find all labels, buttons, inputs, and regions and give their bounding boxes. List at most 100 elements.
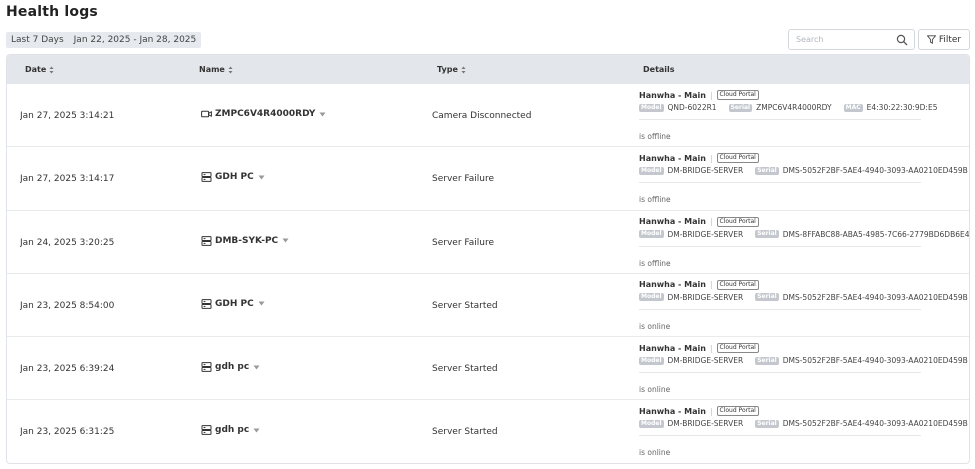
column-header-date-label: Date <box>25 65 47 74</box>
search-box[interactable] <box>788 29 915 50</box>
device-name-cell[interactable]: ZMPC6V4R4000RDY <box>201 109 326 119</box>
server-icon <box>201 298 212 309</box>
serial-tag: Serial <box>755 230 779 239</box>
table-row[interactable]: Jan 23, 2025 6:31:25 PM gdh pc Server St… <box>7 400 969 463</box>
caret-down-icon[interactable] <box>319 112 326 117</box>
device-name[interactable]: GDH PC <box>215 172 254 182</box>
caret-down-icon[interactable] <box>258 175 265 180</box>
serial-value: DMS-5052F2BF-5AE4-4940-3093-AA0210ED459B <box>782 356 968 366</box>
filter-button-label: Filter <box>938 34 962 45</box>
log-date: Jan 24, 2025 3:20:25 AM <box>20 237 116 248</box>
log-details: Hanwha - Main | Cloud Portal Model DM-BR… <box>639 153 968 205</box>
model-tag: Model <box>639 419 664 428</box>
server-icon <box>201 425 212 436</box>
table-row[interactable]: Jan 27, 2025 3:14:21 AM ZMPC6V4R4000RDY … <box>7 84 969 148</box>
table-row[interactable]: Jan 23, 2025 6:39:24 PM gdh pc Server St… <box>7 337 969 401</box>
serial-tag: Serial <box>755 293 779 302</box>
model-tag: Model <box>639 230 664 239</box>
model-value: DM-BRIDGE-SERVER <box>667 419 744 429</box>
log-type: Server Started <box>432 364 498 375</box>
column-header-date[interactable]: Date <box>25 65 54 74</box>
column-header-type[interactable]: Type <box>437 65 466 74</box>
search-input[interactable] <box>796 35 891 44</box>
device-name-cell[interactable]: DMB-SYK-PC <box>201 236 289 246</box>
table-row[interactable]: Jan 27, 2025 3:14:17 AM GDH PC Server Fa… <box>7 147 969 211</box>
model-tag: Model <box>639 103 664 112</box>
sort-icon <box>228 66 233 73</box>
details-divider <box>639 245 921 247</box>
divider: | <box>709 217 713 227</box>
serial-value: DMS-5052F2BF-5AE4-4940-3093-AA0210ED459B <box>782 292 968 302</box>
log-type: Server Failure <box>432 237 494 248</box>
device-status: is offline <box>639 195 671 205</box>
model-tag: Model <box>639 356 664 365</box>
log-details: Hanwha - Main | Cloud Portal Model DM-BR… <box>639 343 968 394</box>
log-type: Camera Disconnected <box>432 111 532 121</box>
device-name-cell[interactable]: GDH PC <box>201 172 265 182</box>
column-header-name[interactable]: Name <box>199 65 233 74</box>
table-body: Jan 27, 2025 3:14:21 AM ZMPC6V4R4000RDY … <box>7 84 969 463</box>
column-header-details-label: Details <box>643 65 675 74</box>
sort-icon <box>461 66 466 73</box>
model-value: DM-BRIDGE-SERVER <box>667 356 744 366</box>
date-range-filter[interactable]: Last 7 Days Jan 22, 2025 - Jan 28, 2025 <box>6 32 202 48</box>
cloud-portal-badge: Cloud Portal <box>716 406 759 417</box>
health-logs-table: Date Name Type Details Jan 27, 2025 3:14… <box>6 54 970 464</box>
caret-down-icon[interactable] <box>258 301 265 306</box>
cloud-portal-badge: Cloud Portal <box>716 216 759 227</box>
table-header: Date Name Type Details <box>7 55 969 84</box>
device-name[interactable]: gdh pc <box>215 425 249 435</box>
cloud-portal-badge: Cloud Portal <box>716 153 759 164</box>
page-title: Health logs <box>6 4 98 20</box>
log-date: Jan 23, 2025 6:39:24 PM <box>20 364 116 375</box>
model-value: DM-BRIDGE-SERVER <box>667 292 744 302</box>
log-type: Server Failure <box>432 174 494 185</box>
column-header-details: Details <box>643 65 675 74</box>
log-date: Jan 27, 2025 3:14:17 AM <box>20 174 116 185</box>
divider: | <box>709 343 713 353</box>
table-row[interactable]: Jan 23, 2025 8:54:00 PM GDH PC Server St… <box>7 274 969 338</box>
serial-value: ZMPC6V4R4000RDY <box>756 103 832 112</box>
server-icon <box>201 172 212 183</box>
details-divider <box>639 435 921 437</box>
device-name[interactable]: ZMPC6V4R4000RDY <box>215 109 315 119</box>
divider: | <box>709 280 713 290</box>
serial-tag: Serial <box>755 166 779 175</box>
site-name: Hanwha - Main <box>639 406 706 416</box>
log-type: Server Started <box>432 300 498 311</box>
device-name-cell[interactable]: gdh pc <box>201 362 260 372</box>
log-date: Jan 23, 2025 6:31:25 PM <box>20 427 116 438</box>
log-details: Hanwha - Main | Cloud Portal Model QND-6… <box>639 90 939 141</box>
mac-tag: MAC <box>843 103 863 112</box>
model-tag: Model <box>639 293 664 302</box>
filter-icon <box>926 35 936 44</box>
log-type: Server Started <box>432 427 498 438</box>
serial-tag: Serial <box>755 356 779 365</box>
model-value: QND-6022R1 <box>667 103 717 112</box>
caret-down-icon[interactable] <box>253 428 260 433</box>
device-name-cell[interactable]: GDH PC <box>201 299 265 309</box>
table-row[interactable]: Jan 24, 2025 3:20:25 AM DMB-SYK-PC Serve… <box>7 211 969 274</box>
column-header-name-label: Name <box>199 65 225 74</box>
server-icon <box>201 362 212 373</box>
device-name[interactable]: gdh pc <box>215 362 249 372</box>
mac-value: E4:30:22:30:9D:E5 <box>866 103 938 112</box>
serial-value: DMS-5052F2BF-5AE4-4940-3093-AA0210ED459B <box>782 419 968 429</box>
search-icon[interactable] <box>896 34 908 46</box>
log-details: Hanwha - Main | Cloud Portal Model DM-BR… <box>639 279 968 331</box>
device-name[interactable]: GDH PC <box>215 299 254 309</box>
caret-down-icon[interactable] <box>253 365 260 370</box>
device-name[interactable]: DMB-SYK-PC <box>215 236 278 246</box>
log-details: Hanwha - Main | Cloud Portal Model DM-BR… <box>639 406 968 457</box>
device-name-cell[interactable]: gdh pc <box>201 425 260 435</box>
site-name: Hanwha - Main <box>639 343 706 353</box>
divider: | <box>709 406 713 416</box>
site-name: Hanwha - Main <box>639 153 706 163</box>
caret-down-icon[interactable] <box>282 238 289 243</box>
filter-button[interactable]: Filter <box>918 29 970 50</box>
log-date: Jan 27, 2025 3:14:21 AM <box>20 111 116 121</box>
model-tag: Model <box>639 166 664 175</box>
serial-value: DMS-5052F2BF-5AE4-4940-3093-AA0210ED459B <box>782 166 968 176</box>
device-status: is online <box>639 321 671 331</box>
divider: | <box>709 90 713 100</box>
